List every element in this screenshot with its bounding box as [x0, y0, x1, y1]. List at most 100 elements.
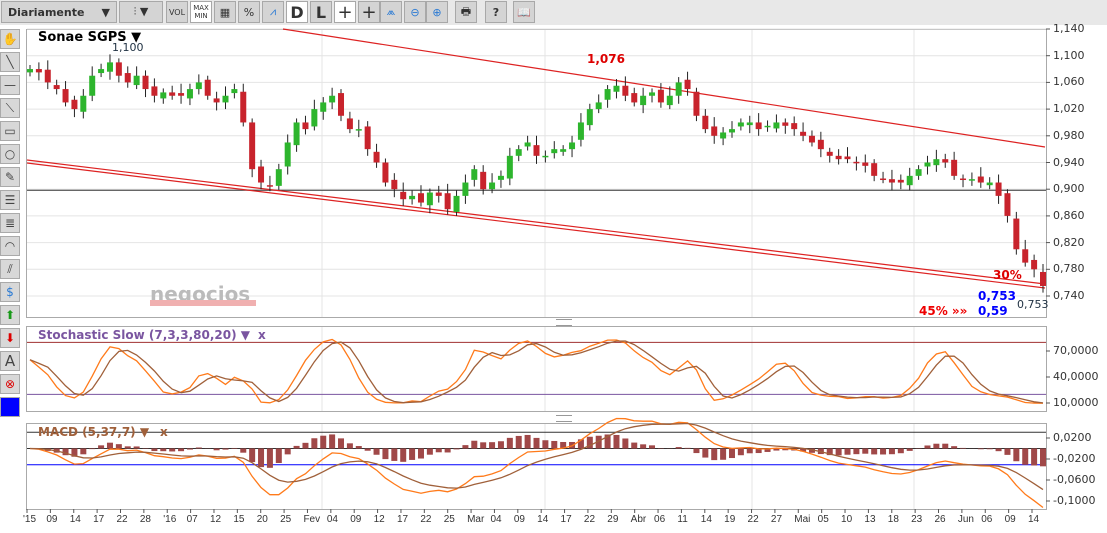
- macd-histogram-bar: [151, 448, 158, 452]
- date-label: 27: [770, 514, 783, 525]
- candle-body: [1031, 259, 1038, 270]
- stochastic-label[interactable]: Stochastic Slow (7,3,3,80,20) ▼: [38, 328, 250, 342]
- candle-body: [204, 79, 211, 96]
- macd-histogram-bar: [98, 445, 105, 449]
- macd-label[interactable]: MACD (5,37,7) ▼: [38, 425, 149, 439]
- macd-histogram-bar: [862, 448, 869, 454]
- candle-body: [746, 122, 753, 126]
- date-label: 13: [864, 514, 876, 525]
- candle-body: [675, 82, 682, 96]
- date-label: 22: [583, 514, 596, 525]
- candle-body: [364, 126, 371, 150]
- macd-histogram-bar: [124, 446, 131, 449]
- date-label: 09: [46, 514, 58, 525]
- date-label: 23: [911, 514, 923, 525]
- close-macd-button[interactable]: x: [160, 425, 168, 439]
- macd-histogram-bar: [960, 447, 967, 449]
- macd-histogram-bar: [542, 440, 549, 449]
- candle-body: [275, 169, 282, 186]
- macd-histogram-bar: [897, 448, 904, 454]
- candle-body: [471, 169, 478, 180]
- candle-body: [338, 93, 345, 116]
- peak-label: 1,076: [587, 52, 625, 66]
- candle-body: [311, 109, 318, 127]
- macd-histogram-bar: [213, 448, 220, 451]
- candle-body: [711, 126, 718, 136]
- close-stochastic-button[interactable]: x: [258, 328, 266, 342]
- candle-body: [391, 179, 398, 190]
- candle-body: [382, 162, 389, 183]
- macd-histogram-bar: [471, 440, 478, 449]
- candle-body: [764, 125, 771, 128]
- date-label: 06: [981, 514, 993, 525]
- candle-body: [702, 115, 709, 130]
- macd-histogram-bar: [231, 447, 238, 449]
- macd-tick-label: -0,0200: [1053, 452, 1096, 465]
- price-tick-label: 1,020: [1053, 102, 1085, 116]
- macd-histogram-bar: [275, 448, 282, 464]
- candle-body: [1040, 271, 1046, 286]
- watermark-bar: [150, 300, 256, 306]
- macd-histogram-bar: [613, 434, 620, 449]
- date-label: 15: [233, 514, 245, 525]
- date-label: 17: [93, 514, 105, 525]
- date-label: '16: [163, 514, 177, 525]
- candle-body: [480, 171, 487, 190]
- candle-body: [577, 122, 584, 140]
- macd-histogram-bar: [373, 448, 380, 455]
- candle-body: [231, 89, 238, 94]
- candle-body: [631, 93, 638, 103]
- date-label: 04: [490, 514, 502, 525]
- macd-histogram-bar: [906, 448, 913, 451]
- macd-histogram-bar: [746, 448, 753, 454]
- candle-body: [986, 182, 993, 186]
- candle-body: [329, 95, 336, 103]
- candle-body: [373, 151, 380, 163]
- candle-body: [720, 132, 727, 139]
- stochastic-tick-label: 70,0000: [1053, 344, 1099, 357]
- price-tick-label: 0,820: [1053, 235, 1085, 249]
- macd-histogram-bar: [871, 448, 878, 455]
- macd-histogram-bar: [986, 448, 993, 450]
- candle-body: [835, 155, 842, 160]
- candle-body: [302, 122, 309, 130]
- candle-body: [462, 182, 469, 196]
- macd-histogram-bar: [888, 448, 895, 455]
- candle-body: [888, 179, 895, 183]
- date-label: Fev: [303, 514, 321, 525]
- candle-body: [569, 142, 576, 150]
- macd-tick-label: -0,0600: [1053, 473, 1096, 486]
- macd-histogram-bar: [649, 445, 656, 449]
- candle-body: [497, 175, 504, 180]
- date-label: 17: [396, 514, 409, 525]
- macd-histogram-bar: [462, 445, 469, 449]
- candle-body: [506, 155, 513, 179]
- date-label: 09: [350, 514, 362, 525]
- chart-canvas[interactable]: [0, 0, 1107, 533]
- macd-histogram-bar: [320, 435, 327, 449]
- date-label: 12: [373, 514, 385, 525]
- date-label: 22: [747, 514, 759, 525]
- macd-histogram-bar: [728, 448, 735, 459]
- candle-body: [1022, 249, 1029, 263]
- stochastic-tick-label: 10,0000: [1053, 396, 1099, 409]
- candle-body: [826, 151, 833, 156]
- macd-histogram-bar: [338, 438, 345, 449]
- macd-histogram-bar: [186, 448, 193, 450]
- macd-tick-label: 0,0200: [1053, 431, 1092, 444]
- macd-histogram-bar: [533, 437, 540, 449]
- macd-histogram-bar: [80, 448, 87, 455]
- macd-histogram-bar: [364, 448, 371, 451]
- pct45-label: 45% »»: [919, 304, 968, 318]
- candle-body: [1013, 218, 1020, 250]
- date-label: 28: [139, 514, 151, 525]
- date-label: '15: [23, 514, 37, 525]
- macd-histogram-bar: [444, 448, 451, 453]
- candle-body: [80, 95, 87, 112]
- candle-body: [178, 93, 185, 96]
- resistance-trendline: [282, 28, 1046, 148]
- date-label: 05: [817, 514, 829, 525]
- candle-body: [728, 129, 735, 133]
- candle-body: [453, 195, 460, 212]
- candle-body: [133, 75, 140, 86]
